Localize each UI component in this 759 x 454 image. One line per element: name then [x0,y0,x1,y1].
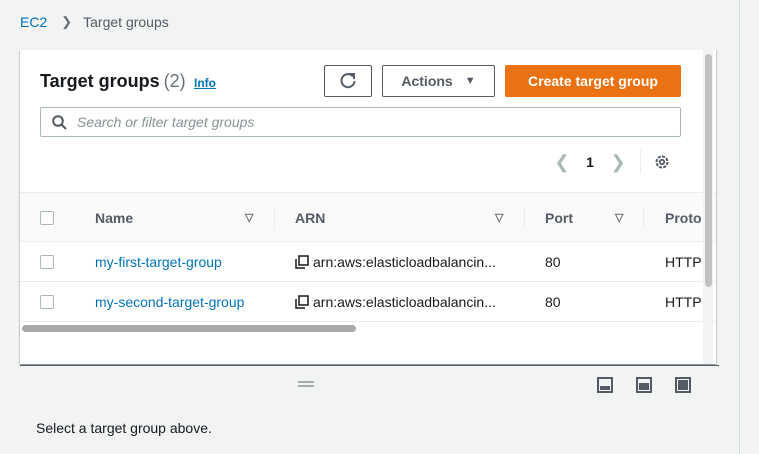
row-checkbox-cell [40,282,54,322]
column-label: Proto [665,209,702,226]
title-text: Target groups [40,71,160,91]
vertical-scrollbar[interactable] [705,54,712,287]
page-number[interactable]: 1 [574,154,606,170]
create-target-group-button[interactable]: Create target group [505,65,681,97]
arn-cell: arn:aws:elasticloadbalancin... [295,242,496,282]
target-groups-panel: Target groups (2) Info Actions ▼ Create t… [20,50,716,364]
refresh-button[interactable] [324,65,372,97]
port-cell: 80 [545,254,561,270]
column-header-protocol[interactable]: Proto [665,193,702,242]
name-cell: my-second-target-group [95,282,244,322]
table-row[interactable]: my-second-target-group arn:aws:elasticlo… [20,282,716,322]
caret-down-icon: ▼ [464,75,476,87]
bottom-panel-icon[interactable] [597,377,613,393]
column-header-arn[interactable]: ARN ▽ [295,193,525,242]
refresh-icon [340,73,356,89]
split-panel-layout-controls [597,377,714,393]
protocol-cell: HTTP [665,254,702,270]
select-all-checkbox[interactable] [40,210,54,225]
table-row[interactable]: my-first-target-group arn:aws:elasticloa… [20,242,716,282]
middle-panel-icon[interactable] [636,377,652,393]
name-cell: my-first-target-group [95,242,222,282]
target-group-count: (2) [163,71,186,91]
info-link[interactable]: Info [194,76,216,90]
sort-caret-icon: ▽ [615,212,624,224]
pagination: ❮ 1 ❯ [550,150,671,174]
breadcrumb-ec2-link[interactable]: EC2 [20,14,47,30]
table-header: Name ▽ ARN ▽ Port ▽ Proto [20,192,716,242]
row-checkbox[interactable] [40,295,54,309]
search-icon [52,114,67,130]
target-groups-table: Name ▽ ARN ▽ Port ▽ Proto my-first-targe… [20,192,716,322]
target-group-link[interactable]: my-second-target-group [95,294,244,310]
row-checkbox-cell [40,242,54,282]
full-panel-icon[interactable] [675,377,691,393]
arn-cell: arn:aws:elasticloadbalancin... [295,282,496,322]
chevron-right-icon[interactable]: ❯ [606,152,630,173]
chevron-right-icon: ❯ [61,14,73,29]
arn-value: arn:aws:elasticloadbalancin... [313,294,496,310]
actions-dropdown-button[interactable]: Actions ▼ [382,65,495,97]
port-cell: 80 [545,294,561,310]
gear-icon[interactable] [653,153,671,171]
chevron-left-icon[interactable]: ❮ [550,152,574,173]
arn-value: arn:aws:elasticloadbalancin... [313,254,496,270]
column-label: ARN [295,209,326,226]
content-divider [739,0,740,454]
actions-label: Actions [401,73,453,89]
pager-divider [640,150,641,174]
protocol-cell: HTTP [665,294,702,310]
sort-caret-icon: ▽ [245,212,254,224]
column-divider [643,206,644,229]
column-divider [524,206,525,229]
breadcrumb-current: Target groups [83,14,169,30]
page-title: Target groups (2) [40,71,186,92]
split-panel-message: Select a target group above. [36,420,212,436]
copy-icon[interactable] [295,255,309,269]
sort-caret-icon: ▽ [495,212,504,224]
copy-icon[interactable] [295,295,309,309]
search-field[interactable] [40,107,681,137]
column-label: Port [545,209,573,226]
column-divider [274,206,275,229]
drag-handle-icon[interactable] [297,380,315,388]
row-checkbox[interactable] [40,255,54,269]
select-all-checkbox-cell [40,193,54,242]
target-group-link[interactable]: my-first-target-group [95,254,222,270]
split-panel-divider [20,365,719,366]
breadcrumb: EC2 ❯ Target groups [20,14,169,30]
column-label: Name [95,209,134,226]
column-header-port[interactable]: Port ▽ [545,193,645,242]
column-header-name[interactable]: Name ▽ [95,193,270,242]
horizontal-scrollbar[interactable] [22,325,356,332]
search-input[interactable] [77,114,637,130]
